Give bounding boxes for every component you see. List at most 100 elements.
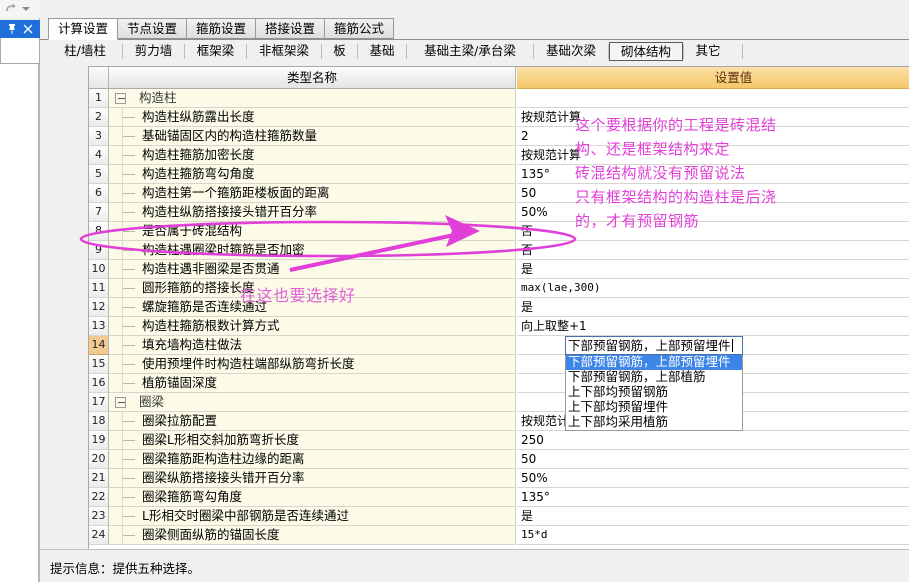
row-number[interactable]: 24 [89,526,109,545]
dropdown-option[interactable]: 上下部均预留埋件 [566,400,742,415]
table-row[interactable]: 9 构造柱遇圈梁时箍筋是否加密 否 [89,241,909,260]
row-setting-value[interactable]: max(lae,300) [517,279,909,298]
secondary-tab-7[interactable]: 基础主梁/承台梁 [407,42,533,61]
table-row[interactable]: 1 构造柱 [89,89,909,108]
row-number[interactable]: 2 [89,108,109,127]
row-number[interactable]: 23 [89,507,109,526]
row-number[interactable]: 12 [89,298,109,317]
chevron-down-icon[interactable] [22,7,30,11]
row-number[interactable]: 15 [89,355,109,374]
row-setting-value[interactable]: 250 [517,431,909,450]
row-type-name[interactable]: 构造柱纵筋露出长度 [109,108,516,127]
table-row[interactable]: 4 构造柱箍筋加密长度 按规范计算 [89,146,909,165]
secondary-tab-9[interactable]: 砌体结构 [609,42,683,61]
pin-icon[interactable] [6,23,18,35]
row-type-name[interactable]: 圆形箍筋的搭接长度 [109,279,516,298]
row-number[interactable]: 1 [89,89,109,108]
secondary-tab-8[interactable]: 基础次梁 [534,42,608,61]
table-row[interactable]: 22 圈梁箍筋弯勾角度 135° [89,488,909,507]
secondary-tab-10[interactable]: 其它 [684,42,732,61]
table-row[interactable]: 6 构造柱第一个箍筋距楼板面的距离 50 [89,184,909,203]
row-type-name[interactable]: 构造柱纵筋搭接接头错开百分率 [109,203,516,222]
row-type-name[interactable]: 构造柱遇非圈梁是否贯通 [109,260,516,279]
row-type-name[interactable]: 构造柱遇圈梁时箍筋是否加密 [109,241,516,260]
row-number[interactable]: 7 [89,203,109,222]
table-row[interactable]: 21 圈梁纵筋搭接接头错开百分率 50% [89,469,909,488]
row-setting-value[interactable]: 50 [517,184,909,203]
row-number[interactable]: 10 [89,260,109,279]
row-number[interactable]: 21 [89,469,109,488]
dropdown-option[interactable]: 下部预留钢筋，上部植筋 [566,370,742,385]
row-number[interactable]: 20 [89,450,109,469]
row-setting-value[interactable]: 15*d [517,526,909,545]
secondary-tab-2[interactable]: 剪力墙 [123,42,184,61]
row-setting-value[interactable]: 135° [517,488,909,507]
table-row[interactable]: 24 圈梁侧面纵筋的锚固长度 15*d [89,526,909,545]
row-type-name[interactable]: 螺旋箍筋是否连续通过 [109,298,516,317]
row-type-name[interactable]: 圈梁L形相交斜加筋弯折长度 [109,431,516,450]
collapse-icon[interactable] [115,397,126,408]
table-row[interactable]: 15 使用预埋件时构造柱端部纵筋弯折长度 [89,355,909,374]
primary-tab-5[interactable]: 箍筋公式 [324,18,394,39]
row-setting-value[interactable]: 50 [517,450,909,469]
row-setting-value[interactable]: 向上取整+1 [517,317,909,336]
table-row[interactable]: 12 螺旋箍筋是否连续通过 是 [89,298,909,317]
row-number[interactable]: 22 [89,488,109,507]
primary-tab-2[interactable]: 节点设置 [117,18,187,39]
row-setting-value[interactable]: 135° [517,165,909,184]
secondary-tab-5[interactable]: 板 [322,42,357,61]
row-type-name[interactable]: 圈梁 [109,393,516,412]
dropdown-option[interactable]: 上下部均预留钢筋 [566,385,742,400]
close-icon[interactable] [22,23,34,35]
row-setting-value[interactable]: 否 [517,241,909,260]
row-setting-value[interactable]: 按规范计算 [517,108,909,127]
row-setting-value[interactable]: 是 [517,260,909,279]
row-number[interactable]: 18 [89,412,109,431]
row-setting-value[interactable]: 50% [517,203,909,222]
row-setting-value[interactable]: 按规范计算 [517,146,909,165]
primary-tab-1[interactable]: 计算设置 [48,18,118,40]
row-number[interactable]: 13 [89,317,109,336]
table-row[interactable]: 20 圈梁箍筋距构造柱边缘的距离 50 [89,450,909,469]
row-setting-value[interactable] [517,89,909,108]
row-number[interactable]: 4 [89,146,109,165]
collapse-icon[interactable] [115,93,126,104]
row-number[interactable]: 19 [89,431,109,450]
row-number[interactable]: 8 [89,222,109,241]
table-row[interactable]: 8 是否属于砖混结构 否 [89,222,909,241]
redo-icon[interactable] [4,2,18,16]
table-row[interactable]: 2 构造柱纵筋露出长度 按规范计算 [89,108,909,127]
table-row[interactable]: 17 圈梁 [89,393,909,412]
secondary-tab-6[interactable]: 基础 [358,42,406,61]
table-row[interactable]: 5 构造柱箍筋弯勾角度 135° [89,165,909,184]
row-type-name[interactable]: 基础锚固区内的构造柱箍筋数量 [109,127,516,146]
row-type-name[interactable]: 构造柱箍筋加密长度 [109,146,516,165]
row-type-name[interactable]: 圈梁拉筋配置 [109,412,516,431]
dropdown-option[interactable]: 上下部均采用植筋 [566,415,742,430]
table-row[interactable]: 7 构造柱纵筋搭接接头错开百分率 50% [89,203,909,222]
row-number[interactable]: 14 [89,336,109,355]
row-number[interactable]: 16 [89,374,109,393]
table-row[interactable]: 13 构造柱箍筋根数计算方式 向上取整+1 [89,317,909,336]
table-row[interactable]: 16 植筋锚固深度 [89,374,909,393]
value-editor-input[interactable]: 下部预留钢筋，上部预留埋件 [565,336,743,355]
table-row[interactable]: 14 填充墙构造柱做法 [89,336,909,355]
row-number[interactable]: 5 [89,165,109,184]
row-setting-value[interactable]: 否 [517,222,909,241]
row-type-name[interactable]: 构造柱第一个箍筋距楼板面的距离 [109,184,516,203]
table-row[interactable]: 10 构造柱遇非圈梁是否贯通 是 [89,260,909,279]
row-setting-value[interactable]: 是 [517,298,909,317]
row-type-name[interactable]: 圈梁纵筋搭接接头错开百分率 [109,469,516,488]
value-dropdown-list[interactable]: 下部预留钢筋，上部预留埋件 下部预留钢筋，上部植筋 上下部均预留钢筋 上下部均预留埋件… [565,355,743,431]
row-type-name[interactable]: 圈梁箍筋距构造柱边缘的距离 [109,450,516,469]
grid-header-setting-value[interactable]: 设置值 [517,67,909,89]
primary-tab-3[interactable]: 箍筋设置 [186,18,256,39]
row-setting-value[interactable]: 50% [517,469,909,488]
table-row[interactable]: 11 圆形箍筋的搭接长度 max(lae,300) [89,279,909,298]
row-number[interactable]: 6 [89,184,109,203]
row-number[interactable]: 11 [89,279,109,298]
row-type-name[interactable]: 构造柱箍筋弯勾角度 [109,165,516,184]
row-type-name[interactable]: 构造柱箍筋根数计算方式 [109,317,516,336]
table-row[interactable]: 3 基础锚固区内的构造柱箍筋数量 2 [89,127,909,146]
dropdown-option[interactable]: 下部预留钢筋，上部预留埋件 [566,355,742,370]
